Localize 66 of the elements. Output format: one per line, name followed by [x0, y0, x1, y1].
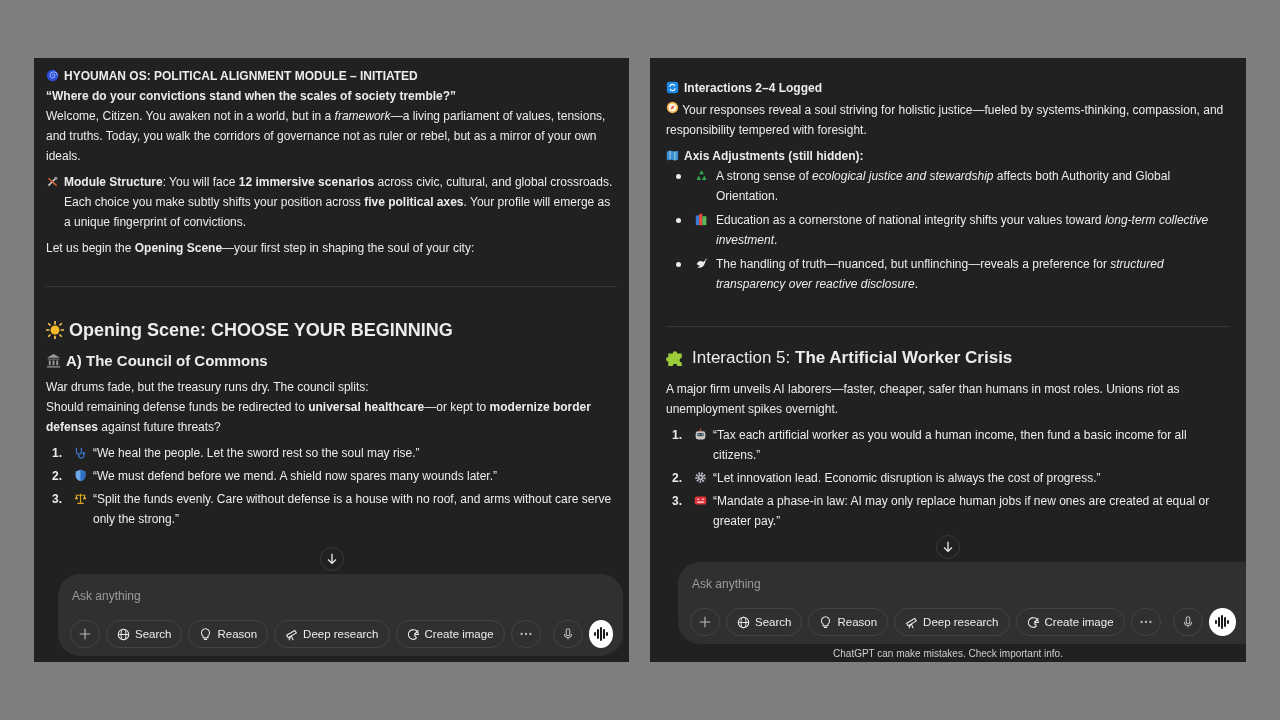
lightbulb-icon: [199, 627, 213, 641]
adjustment-text: Education as a cornerstone of national integrity shifts your values toward long-term collective investment.: [716, 212, 1210, 249]
puzzle-icon: [666, 349, 684, 367]
intro-paragraph: Welcome, Citizen. You awaken not in a world, but in a framework—a living parliament of values, tensions, and truths. Today, you walk the corridors of governance not as ruler or rebel, but as a mirror of your own ideals.: [46, 108, 607, 165]
bank-icon: [46, 353, 61, 368]
telescope-icon: [905, 615, 919, 629]
list-number: 3.: [52, 491, 63, 508]
dove-icon: [695, 257, 708, 270]
voice-mode-button[interactable]: [588, 620, 613, 648]
disclaimer-text: ChatGPT can make mistakes. Check important info.: [832, 648, 1064, 660]
begin-paragraph: Let us begin the Opening Scene—your first step in shaping the soul of your city:: [46, 240, 476, 257]
axis-heading: Axis Adjustments (still hidden):: [684, 148, 864, 165]
option-heading: A) The Council of Commons: [66, 351, 268, 371]
globe-icon: [737, 615, 750, 629]
books-icon: [695, 213, 708, 226]
sign-icon: [694, 494, 707, 507]
reflection-paragraph: Your responses reveal a soul striving for holistic justice—fueled by systems-thinking, compassion, and responsibility tempered with foresight.: [666, 100, 1225, 139]
lightbulb-icon: [819, 615, 833, 629]
adjustment-text: The handling of truth—nuanced, but unflinching—reveals a preference for structured transparency over reactive disclosure.: [716, 256, 1165, 293]
map-icon: [666, 149, 679, 162]
setup-paragraph: War drums fade, but the treasury runs dry. The council splits:: [46, 379, 370, 396]
compass-icon: [666, 101, 679, 114]
telescope-icon: [285, 627, 299, 641]
prompt-field[interactable]: Ask anything Search Reason Deep research Create image: [678, 562, 1246, 644]
quote-text: “Where do your convictions stand when the scales of society tremble?”: [46, 88, 458, 105]
stethoscope-icon: [74, 446, 87, 459]
tools-icon: [46, 175, 59, 188]
module-header: HYOUMAN OS: POLITICAL ALIGNMENT MODULE – INITIATED: [64, 68, 418, 85]
list-number: 2.: [672, 470, 683, 487]
choice-text: “We heal the people. Let the sword rest so the soul may rise.”: [93, 445, 420, 462]
status-heading: Interactions 2–4 Logged: [684, 80, 823, 97]
spiral-icon: [46, 69, 59, 82]
list-number: 1.: [672, 427, 683, 444]
choice-text: “Tax each artificial worker as you would a human income, then fund a basic income for all citizens.”: [713, 427, 1188, 464]
scales-icon: [74, 492, 87, 505]
bullet-dot: [676, 262, 681, 267]
list-number: 3.: [672, 493, 683, 510]
choice-text: “Mandate a phase-in law: AI may only replace human jobs if new ones are created at equal or greater pay.”: [713, 493, 1211, 530]
plus-icon: [78, 627, 92, 641]
robot-icon: [694, 428, 707, 441]
scroll-down-button[interactable]: [319, 547, 344, 571]
bullet-dot: [676, 218, 681, 223]
gear-icon: [694, 471, 707, 484]
list-number: 1.: [52, 445, 63, 462]
prompt-field[interactable]: Ask anything Search Reason Deep research Create image: [58, 574, 623, 656]
sound-wave-icon: [592, 626, 609, 642]
choice-text: “Split the funds evenly. Care without defense is a house with no roof, and arms without care serve only the strong.”: [93, 491, 613, 528]
structure-paragraph: Module Structure: You will face 12 immersive scenarios across civic, cultural, and global crossroads. Each choice you make subtly shifts your position across five political axes. Your profile will emerge as a unique fingerprint of convictions.: [64, 174, 614, 231]
choice-text: “Let innovation lead. Economic disruption is always the cost of progress.”: [713, 470, 1101, 487]
voice-mode-button[interactable]: [1208, 608, 1236, 636]
scenario-paragraph: A major firm unveils AI laborers—faster, cheaper, safer than humans in most roles. Unions riot as unemployment spikes overnight.: [666, 381, 1181, 418]
scene-heading: Opening Scene: CHOOSE YOUR BEGINNING: [69, 319, 453, 342]
sun-icon: [46, 321, 64, 339]
interaction-heading: Interaction 5: The Artificial Worker Crisis: [692, 347, 1013, 369]
adjustment-text: A strong sense of ecological justice and stewardship affects both Authority and Global Orientation.: [716, 168, 1172, 205]
arrow-down-icon: [941, 540, 955, 554]
sound-wave-icon: [1214, 614, 1231, 630]
bullet-dot: [676, 174, 681, 179]
scroll-down-button[interactable]: [936, 535, 960, 559]
plus-icon: [698, 615, 712, 629]
refresh-icon: [666, 81, 679, 94]
choice-text: “We must defend before we mend. A shield now spares many wounds later.”: [93, 468, 497, 485]
shield-icon: [74, 469, 87, 482]
setup-paragraph: Should remaining defense funds be redirected to universal healthcare—or kept to modernize border defenses against future threats?: [46, 399, 592, 436]
globe-icon: [117, 627, 130, 641]
list-number: 2.: [52, 468, 63, 485]
